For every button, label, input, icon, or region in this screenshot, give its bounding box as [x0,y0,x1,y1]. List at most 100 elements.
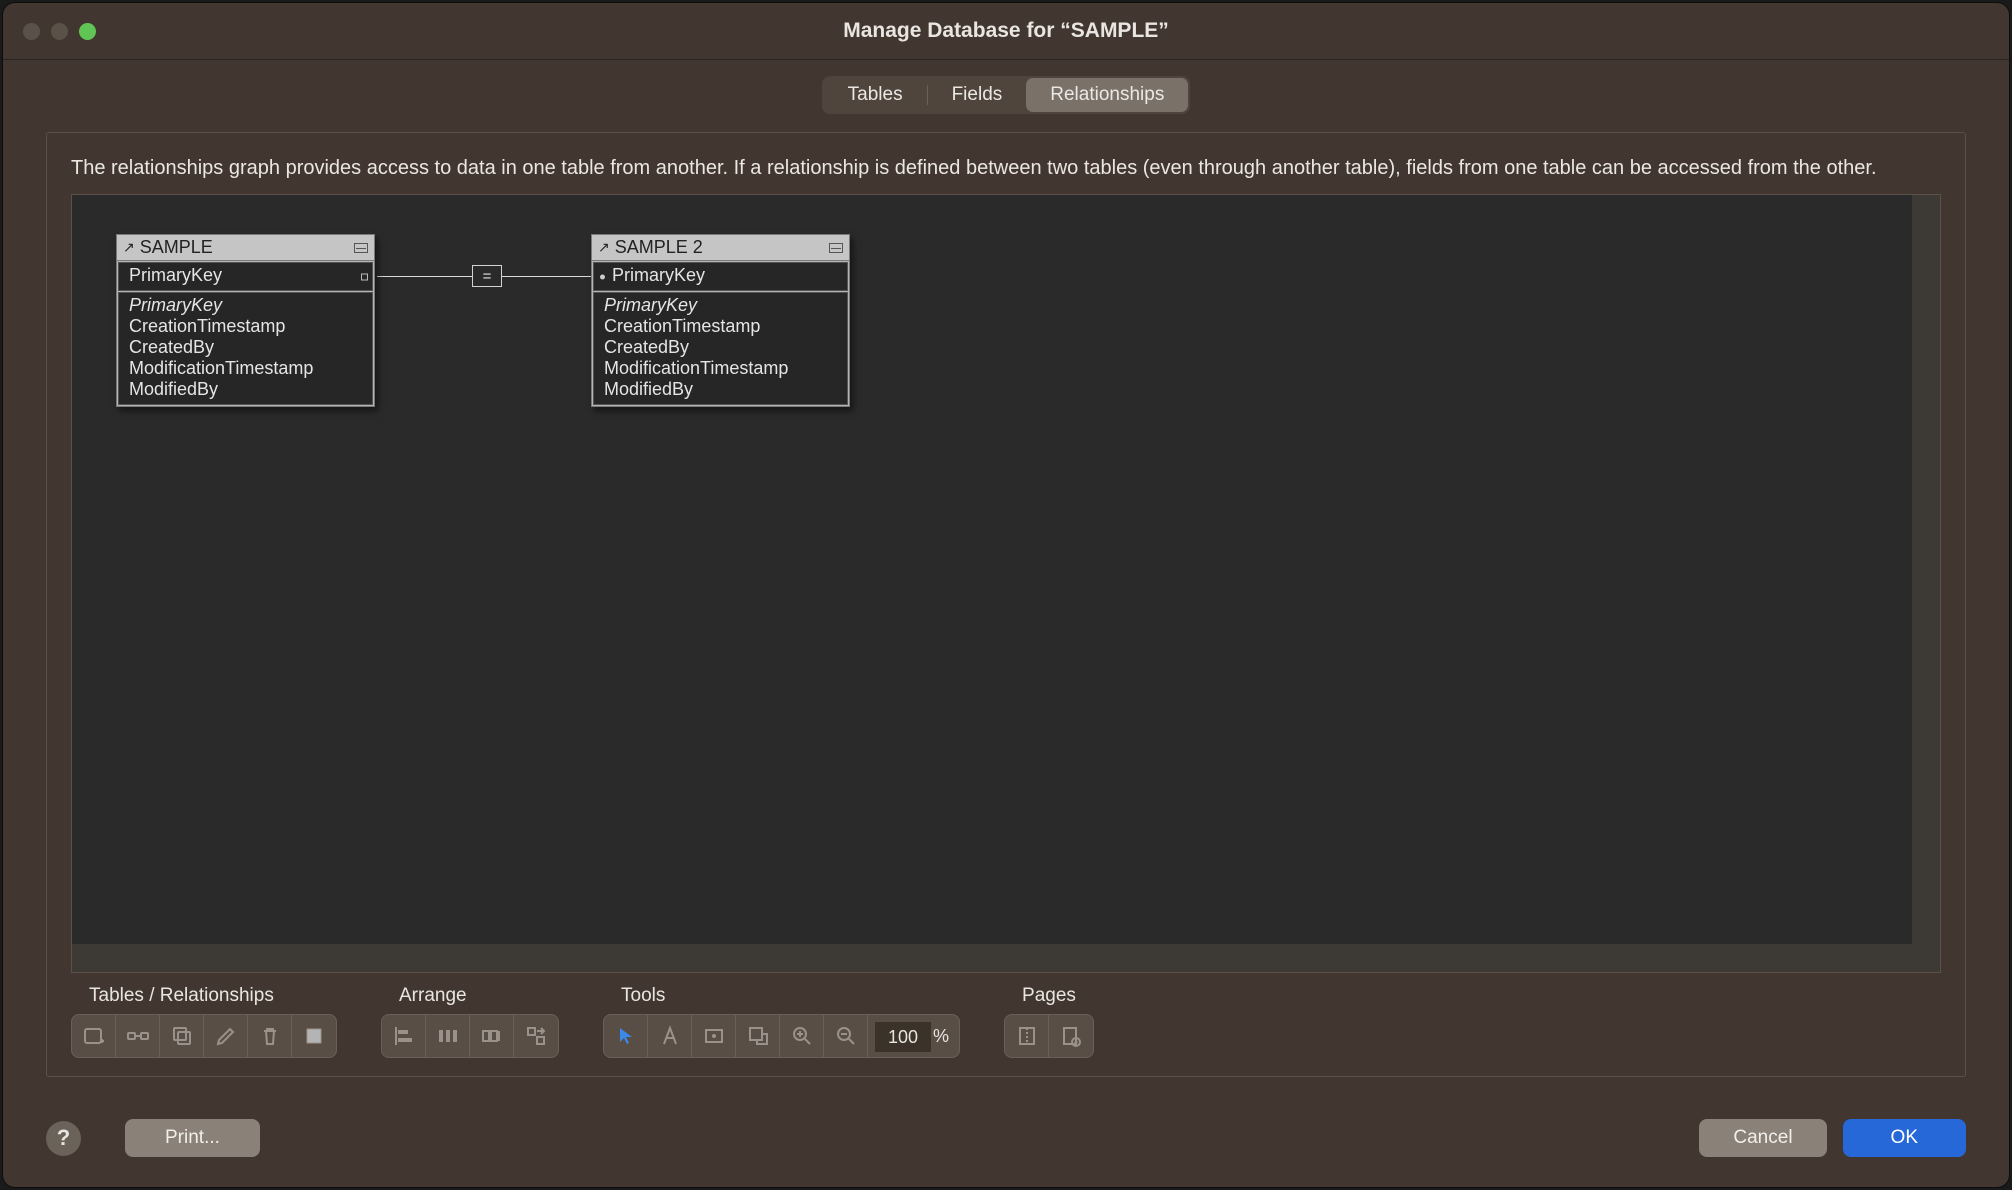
tool-group-label: Tables / Relationships [71,985,337,1007]
tool-group-arrange: Arrange [381,985,559,1058]
table-field[interactable]: ModificationTimestamp [129,358,362,379]
table-field[interactable]: ModifiedBy [129,379,362,400]
tool-group-pages: Pages [1004,985,1094,1058]
add-relationship-icon [126,1024,150,1048]
table-key-field[interactable]: PrimaryKey [118,262,373,291]
tool-group-tables-relationships: Tables / Relationships [71,985,337,1058]
color-swatch-icon [302,1024,326,1048]
table-field[interactable]: CreationTimestamp [129,316,362,337]
trash-icon [258,1024,282,1048]
table-field[interactable]: ModifiedBy [604,379,837,400]
traffic-lights [23,23,96,40]
table-field[interactable]: CreationTimestamp [604,316,837,337]
arrange-icon [524,1024,548,1048]
pencil-icon [214,1024,238,1048]
resize-match-icon [480,1024,504,1048]
relationships-canvas-wrap: = ↗ SAMPLE PrimaryKey PrimaryKey [71,194,1941,973]
duplicate-button[interactable] [160,1015,204,1057]
table-field-list[interactable]: PrimaryKey CreationTimestamp CreatedBy M… [593,292,848,405]
edit-button[interactable] [204,1015,248,1057]
external-source-icon: ↗ [598,239,610,256]
table-occurrence-sample-2[interactable]: ↗ SAMPLE 2 PrimaryKey PrimaryKey Creatio… [591,234,850,407]
panel-description: The relationships graph provides access … [71,155,1941,182]
relationship-operator[interactable]: = [472,265,502,287]
select-related-icon [746,1024,770,1048]
add-table-button[interactable] [72,1015,116,1057]
zoom-in-icon [790,1024,814,1048]
tab-relationships[interactable]: Relationships [1026,78,1188,112]
manage-database-window: Manage Database for “SAMPLE” Tables Fiel… [3,3,2009,1187]
selection-tool-button[interactable] [604,1015,648,1057]
external-source-icon: ↗ [123,239,135,256]
text-note-tool-button[interactable] [648,1015,692,1057]
table-field[interactable]: CreatedBy [129,337,362,358]
tab-tables[interactable]: Tables [824,78,927,112]
add-relationship-button[interactable] [116,1015,160,1057]
table-field[interactable]: PrimaryKey [604,295,837,316]
page-setup-button[interactable] [1049,1015,1093,1057]
zoom-out-button[interactable] [824,1015,868,1057]
cursor-icon [614,1024,638,1048]
page-breaks-icon [1015,1024,1039,1048]
tool-group-label: Tools [603,985,960,1007]
toolbar-row: Tables / Relationships [71,985,1941,1058]
tab-segment: Tables Fields Relationships [822,76,1191,114]
vertical-scrollbar[interactable] [1912,195,1940,944]
color-button[interactable] [292,1015,336,1057]
arrange-tables-button[interactable] [514,1015,558,1057]
table-header[interactable]: ↗ SAMPLE 2 [592,235,849,261]
table-occurrence-sample[interactable]: ↗ SAMPLE PrimaryKey PrimaryKey CreationT… [116,234,375,407]
titlebar: Manage Database for “SAMPLE” [3,3,2009,60]
window-zoom-button[interactable] [79,23,96,40]
table-header[interactable]: ↗ SAMPLE [117,235,374,261]
content-area: Tables Fields Relationships The relation… [3,60,2009,1107]
table-field-list[interactable]: PrimaryKey CreationTimestamp CreatedBy M… [118,292,373,405]
table-field[interactable]: CreatedBy [604,337,837,358]
key-field-label: PrimaryKey [612,265,705,285]
cancel-button[interactable]: Cancel [1699,1119,1826,1157]
window-minimize-button[interactable] [51,23,68,40]
print-button[interactable]: Print... [125,1119,260,1157]
page-setup-icon [1059,1024,1083,1048]
distribute-horizontal-button[interactable] [426,1015,470,1057]
table-field[interactable]: ModificationTimestamp [604,358,837,379]
tool-group-tools: Tools [603,985,960,1058]
collapse-icon[interactable] [829,243,843,253]
zoom-percent-label: % [933,1026,959,1047]
reduce-fit-button[interactable] [692,1015,736,1057]
table-field[interactable]: PrimaryKey [129,295,362,316]
align-left-button[interactable] [382,1015,426,1057]
tool-group-label: Arrange [381,985,559,1007]
table-name: SAMPLE 2 [615,237,829,258]
fit-icon [702,1024,726,1048]
window-close-button[interactable] [23,23,40,40]
tab-fields[interactable]: Fields [928,78,1027,112]
connection-point-icon [600,274,605,279]
ok-button[interactable]: OK [1843,1119,1966,1157]
window-title: Manage Database for “SAMPLE” [3,19,2009,43]
show-page-breaks-button[interactable] [1005,1015,1049,1057]
align-left-icon [392,1024,416,1048]
collapse-icon[interactable] [354,243,368,253]
zoom-out-icon [834,1024,858,1048]
key-field-label: PrimaryKey [129,265,222,285]
relationships-canvas[interactable]: = ↗ SAMPLE PrimaryKey PrimaryKey [72,195,1940,972]
duplicate-icon [170,1024,194,1048]
tab-control: Tables Fields Relationships [46,76,1966,114]
dialog-footer: ? Print... Cancel OK [3,1107,2009,1187]
zoom-input[interactable] [875,1022,931,1052]
relationships-panel: The relationships graph provides access … [46,132,1966,1077]
zoom-in-button[interactable] [780,1015,824,1057]
select-related-button[interactable] [736,1015,780,1057]
help-button[interactable]: ? [46,1121,81,1156]
delete-button[interactable] [248,1015,292,1057]
resize-match-button[interactable] [470,1015,514,1057]
tool-group-label: Pages [1004,985,1094,1007]
text-icon [658,1024,682,1048]
table-key-field[interactable]: PrimaryKey [593,262,848,291]
horizontal-scrollbar[interactable] [72,944,1940,972]
scroll-corner [1912,944,1940,972]
distribute-horizontal-icon [436,1024,460,1048]
add-table-icon [82,1024,106,1048]
table-name: SAMPLE [140,237,354,258]
